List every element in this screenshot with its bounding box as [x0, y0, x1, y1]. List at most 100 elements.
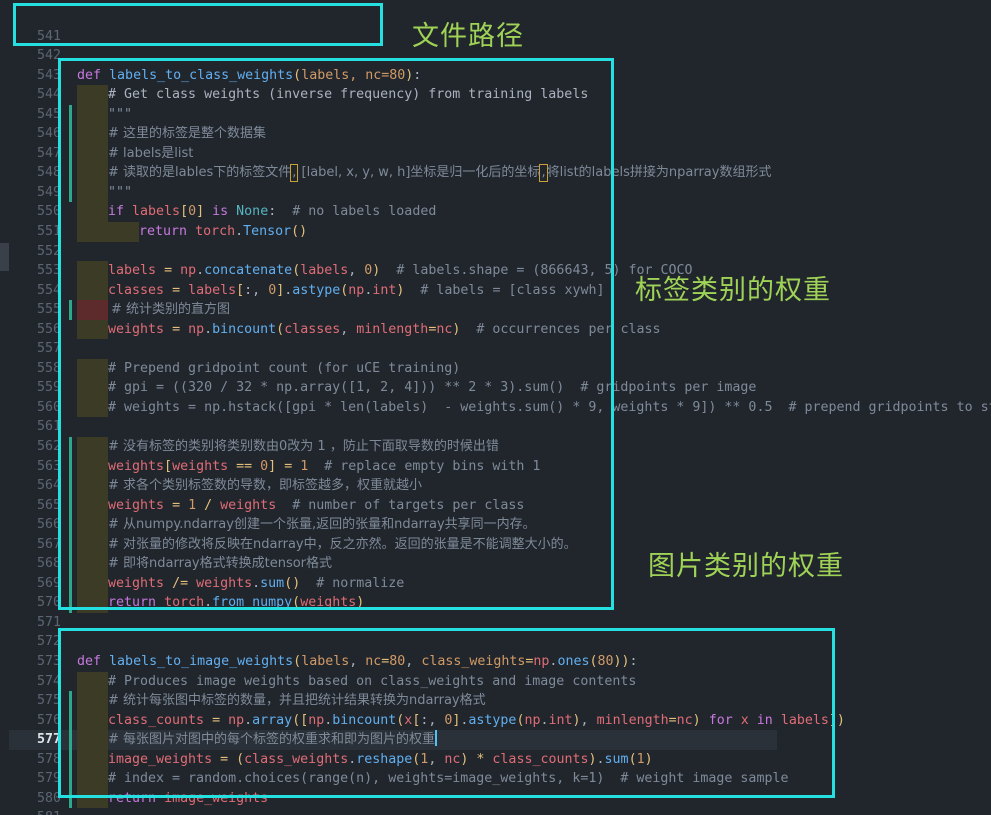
comment: # index = random.choices(range(n), weigh… — [108, 771, 789, 787]
line-number: 572 — [36, 634, 61, 650]
code-line[interactable]: 543 def labels_to_class_weights(labels, … — [9, 66, 991, 86]
comment: # 对张量的修改将反映在ndarray中，反之亦然。返回的张量是不能调整大小的。 — [108, 536, 577, 552]
code-line[interactable]: 554 classes = labels[:, 0].astype(np.int… — [9, 280, 991, 301]
annotation-label-image-weight: 图片类别的权重 — [648, 551, 844, 582]
code-line[interactable]: 562 # 没有标签的类别将类别数由0改为 1 ，防止下面取导数的时候出错 — [9, 436, 991, 457]
line-number: 576 — [36, 712, 61, 728]
git-modified-marker — [69, 456, 72, 477]
code-line[interactable]: 561 — [9, 417, 991, 437]
git-modified-marker — [69, 730, 72, 750]
indent-guide — [77, 710, 108, 731]
indent-guide — [77, 319, 108, 340]
code-text[interactable]: return image_weights — [108, 789, 268, 809]
code-line[interactable]: 548 # 读取的是lables下的标签文件, [label, x, y, w,… — [9, 163, 991, 183]
line-number: 543 — [36, 67, 61, 83]
annotation-label-class-weight: 标签类别的权重 — [635, 275, 831, 306]
code-text[interactable]: labels = np.concatenate(labels, 0) # lab… — [108, 261, 693, 281]
line-number: 551 — [36, 223, 61, 239]
line-number: 542 — [36, 48, 61, 64]
line-number: 562 — [36, 438, 61, 454]
line-number: 546 — [36, 126, 61, 142]
git-modified-marker — [69, 769, 72, 789]
git-modified-marker — [69, 124, 72, 144]
code-line[interactable]: 574 # Produces image weights based on cl… — [9, 671, 991, 692]
code-text[interactable]: return torch.from_numpy(weights) — [108, 593, 364, 613]
code-line[interactable]: 580 return image_weights — [9, 788, 991, 809]
line-number: 541 — [36, 28, 61, 44]
code-line[interactable]: 566 # 从numpy.ndarray创建一个张量,返回的张量和ndarray… — [9, 515, 991, 535]
comment-part-a: # 读取的是lables下的标签文件 — [108, 165, 292, 181]
code-line[interactable]: 550 if labels[0] is None: # no labels lo… — [9, 202, 991, 222]
indent-guide — [77, 749, 108, 770]
git-modified-marker — [69, 163, 72, 183]
code-line[interactable]: 565 weights = 1 / weights # number of ta… — [9, 495, 991, 516]
line-number: 544 — [36, 87, 61, 103]
code-text[interactable]: weights = 1 / weights # number of target… — [108, 496, 524, 516]
comment: # 这里的标签是整个数据集 — [108, 126, 267, 142]
annotation-label-file-path: 文件路径 — [412, 21, 524, 52]
line-number: 565 — [36, 497, 61, 513]
left-scrollbar-rail[interactable] — [0, 0, 9, 815]
code-line[interactable]: 579 # index = random.choices(range(n), w… — [9, 769, 991, 789]
code-line[interactable]: 546 # 这里的标签是整个数据集 — [9, 124, 991, 144]
code-text[interactable]: weights /= weights.sum() # normalize — [108, 574, 404, 594]
code-line[interactable]: 549 """ — [9, 182, 991, 203]
code-line[interactable]: 578 image_weights = (class_weights.resha… — [9, 749, 991, 770]
code-text[interactable]: classes = labels[:, 0].astype(np.int) # … — [108, 281, 605, 301]
comment: # 统计每张图中标签的数量，并且把统计结果转换为ndarray格式 — [108, 693, 486, 709]
code-line[interactable]: 555 # 统计类别的直方图 — [9, 300, 991, 320]
code-line[interactable]: 552 — [9, 242, 991, 262]
indent-guide — [77, 378, 108, 398]
code-line[interactable]: 544 # Get class weights (inverse frequen… — [9, 85, 991, 105]
code-line[interactable]: 572 — [9, 632, 991, 652]
indent-guide — [77, 202, 108, 222]
code-text[interactable]: if labels[0] is None: # no labels loaded — [108, 202, 436, 222]
indent-guide — [77, 671, 108, 692]
code-text[interactable]: weights[weights == 0] = 1 # replace empt… — [108, 457, 540, 477]
scrollbar-thumb[interactable] — [0, 243, 9, 271]
code-text[interactable]: return torch.Tensor() — [139, 222, 307, 242]
line-number: 553 — [36, 263, 61, 279]
code-line[interactable]: 564 # 求各个类别标签数的导数，即标签越多，权重就越小 — [9, 476, 991, 496]
code-line[interactable]: 557 — [9, 339, 991, 359]
code-line-active[interactable]: 577 # 每张图片对图中的每个标签的权重求和即为图片的权重 — [9, 730, 777, 750]
code-line[interactable]: 570 return torch.from_numpy(weights) — [9, 593, 991, 613]
code-line[interactable]: 560 # weights = np.hstack([gpi * len(lab… — [9, 397, 991, 418]
code-line[interactable]: 581 — [9, 808, 991, 815]
code-text[interactable]: class_counts = np.array([np.bincount(x[:… — [108, 711, 845, 731]
indent-guide — [77, 534, 108, 555]
code-editor[interactable]: 541 542 543 def labels_to_class_weights(… — [9, 0, 991, 815]
code-line[interactable]: 563 weights[weights == 0] = 1 # replace … — [9, 456, 991, 477]
indent-guide — [77, 163, 108, 183]
code-text[interactable]: image_weights = (class_weights.reshape(1… — [108, 750, 653, 770]
indent-guide — [77, 730, 108, 750]
git-modified-marker — [69, 749, 72, 770]
git-modified-marker — [69, 182, 72, 203]
code-line[interactable]: 551 return torch.Tensor() — [9, 221, 991, 242]
code-line[interactable]: 545 """ — [9, 104, 991, 125]
line-number: 579 — [36, 771, 61, 787]
function-name: labels_to_class_weights — [109, 67, 294, 83]
line-number: 552 — [36, 243, 61, 259]
line-number: 561 — [36, 419, 61, 435]
code-line[interactable]: 576 class_counts = np.array([np.bincount… — [9, 710, 991, 731]
code-line[interactable]: 553 labels = np.concatenate(labels, 0) #… — [9, 261, 991, 281]
code-text[interactable]: weights = np.bincount(classes, minlength… — [108, 320, 661, 340]
line-number: 580 — [36, 790, 61, 806]
code-line[interactable]: 559 # gpi = ((320 / 32 * np.array([1, 2,… — [9, 378, 991, 398]
code-line[interactable]: 556 weights = np.bincount(classes, minle… — [9, 319, 991, 340]
line-number: 570 — [36, 595, 61, 611]
code-line[interactable]: 558 # Prepend gridpoint count (for uCE t… — [9, 358, 991, 379]
code-line[interactable]: 573 def labels_to_image_weights(labels, … — [9, 652, 991, 672]
code-line[interactable]: 547 # labels是list — [9, 143, 991, 164]
indent-guide — [77, 124, 108, 144]
line-number: 574 — [36, 673, 61, 689]
line-number: 556 — [36, 321, 61, 337]
indent-guide — [77, 280, 108, 301]
line-number: 548 — [36, 165, 61, 181]
indent-guide — [77, 573, 108, 594]
code-line[interactable]: 575 # 统计每张图中标签的数量，并且把统计结果转换为ndarray格式 — [9, 691, 991, 711]
code-line[interactable]: 571 — [9, 613, 991, 633]
code-text[interactable]: def labels_to_class_weights(labels, nc=8… — [77, 66, 421, 86]
code-text[interactable]: def labels_to_image_weights(labels, nc=8… — [77, 652, 638, 672]
